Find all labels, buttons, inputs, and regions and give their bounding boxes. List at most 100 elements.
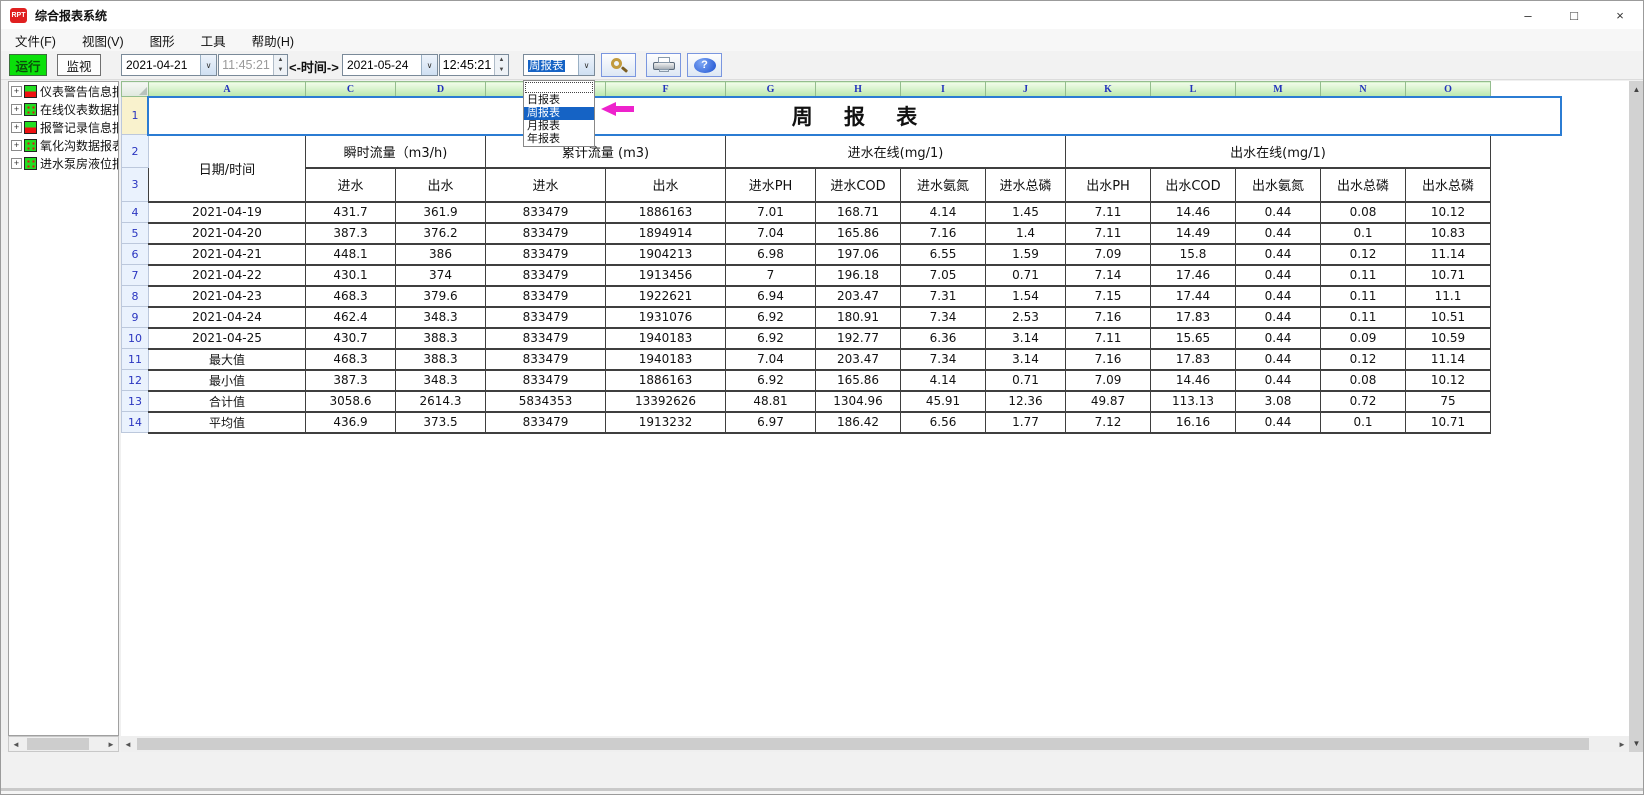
data-cell[interactable]: 17.83 <box>1151 307 1236 328</box>
data-cell[interactable]: 168.71 <box>816 202 901 223</box>
data-cell[interactable]: 387.3 <box>306 223 396 244</box>
data-cell[interactable]: 0.44 <box>1236 286 1321 307</box>
column-header-D[interactable]: D <box>396 82 486 97</box>
scroll-down-icon[interactable]: ▼ <box>1630 735 1644 752</box>
data-cell[interactable]: 6.56 <box>901 412 986 433</box>
data-cell[interactable]: 48.81 <box>726 391 816 412</box>
data-cell[interactable]: 1.77 <box>986 412 1066 433</box>
data-cell[interactable]: 7.12 <box>1066 412 1151 433</box>
data-cell[interactable]: 6.98 <box>726 244 816 265</box>
data-cell[interactable]: 1.59 <box>986 244 1066 265</box>
header-group-0[interactable]: 瞬时流量（m3/h) <box>306 135 486 168</box>
data-cell[interactable]: 436.9 <box>306 412 396 433</box>
header-sub-2[interactable]: 进水 <box>486 168 606 202</box>
data-cell[interactable]: 1913456 <box>606 265 726 286</box>
data-cell[interactable]: 7.04 <box>726 223 816 244</box>
dropdown-option-3[interactable]: 月报表 <box>524 120 594 133</box>
header-sub-3[interactable]: 出水 <box>606 168 726 202</box>
column-header-J[interactable]: J <box>986 82 1066 97</box>
data-cell[interactable]: 6.94 <box>726 286 816 307</box>
dropdown-option-1[interactable]: 日报表 <box>524 94 594 107</box>
spinner-arrows[interactable]: ▲ ▼ <box>494 55 508 75</box>
data-cell[interactable]: 376.2 <box>396 223 486 244</box>
tree-item-3[interactable]: +氧化沟数据报表 <box>9 137 118 154</box>
row-number-cell[interactable]: 6 <box>122 244 149 265</box>
data-cell[interactable]: 7.15 <box>1066 286 1151 307</box>
data-cell[interactable]: 最小值 <box>149 370 306 391</box>
column-header-H[interactable]: H <box>816 82 901 97</box>
data-cell[interactable]: 387.3 <box>306 370 396 391</box>
data-cell[interactable]: 833479 <box>486 307 606 328</box>
data-cell[interactable]: 3.08 <box>1236 391 1321 412</box>
menu-item-0[interactable]: 文件(F) <box>15 31 56 50</box>
data-cell[interactable]: 0.44 <box>1236 244 1321 265</box>
row-number-cell[interactable]: 11 <box>122 349 149 370</box>
data-cell[interactable]: 6.92 <box>726 307 816 328</box>
data-cell[interactable]: 7.16 <box>1066 307 1151 328</box>
data-cell[interactable]: 1940183 <box>606 328 726 349</box>
header-sub-11[interactable]: 出水总磷 <box>1321 168 1406 202</box>
data-cell[interactable]: 2614.3 <box>396 391 486 412</box>
tree-item-0[interactable]: +仪表警告信息报 <box>9 83 118 100</box>
data-cell[interactable]: 2021-04-22 <box>149 265 306 286</box>
data-cell[interactable]: 0.44 <box>1236 202 1321 223</box>
report-title-cell[interactable]: 周 报 表 <box>147 96 1562 136</box>
data-cell[interactable]: 430.1 <box>306 265 396 286</box>
data-cell[interactable]: 2021-04-23 <box>149 286 306 307</box>
data-cell[interactable]: 0.71 <box>986 370 1066 391</box>
column-header-N[interactable]: N <box>1321 82 1406 97</box>
data-cell[interactable]: 10.71 <box>1406 265 1491 286</box>
data-cell[interactable]: 462.4 <box>306 307 396 328</box>
data-cell[interactable]: 0.08 <box>1321 202 1406 223</box>
data-cell[interactable]: 14.49 <box>1151 223 1236 244</box>
header-sub-4[interactable]: 进水PH <box>726 168 816 202</box>
data-cell[interactable]: 2.53 <box>986 307 1066 328</box>
data-cell[interactable]: 1886163 <box>606 202 726 223</box>
data-cell[interactable]: 448.1 <box>306 244 396 265</box>
header-group-1[interactable]: 累计流量 (m3) <box>486 135 726 168</box>
start-time-spinner[interactable]: 11:45:21 ▲ ▼ <box>218 54 288 76</box>
column-header-L[interactable]: L <box>1151 82 1236 97</box>
data-cell[interactable]: 7.11 <box>1066 223 1151 244</box>
data-cell[interactable]: 1931076 <box>606 307 726 328</box>
data-cell[interactable]: 10.59 <box>1406 328 1491 349</box>
data-cell[interactable]: 10.12 <box>1406 370 1491 391</box>
row-number-cell[interactable]: 7 <box>122 265 149 286</box>
data-cell[interactable]: 468.3 <box>306 286 396 307</box>
data-cell[interactable]: 374 <box>396 265 486 286</box>
data-cell[interactable]: 430.7 <box>306 328 396 349</box>
header-sub-8[interactable]: 出水PH <box>1066 168 1151 202</box>
data-cell[interactable]: 113.13 <box>1151 391 1236 412</box>
data-cell[interactable]: 361.9 <box>396 202 486 223</box>
data-cell[interactable]: 0.72 <box>1321 391 1406 412</box>
data-cell[interactable]: 7.16 <box>901 223 986 244</box>
data-cell[interactable]: 0.44 <box>1236 349 1321 370</box>
column-header-A[interactable]: A <box>149 82 306 97</box>
run-button[interactable]: 运行 <box>9 54 47 76</box>
data-cell[interactable]: 合计值 <box>149 391 306 412</box>
data-cell[interactable]: 0.09 <box>1321 328 1406 349</box>
data-cell[interactable]: 0.11 <box>1321 265 1406 286</box>
data-cell[interactable]: 7.16 <box>1066 349 1151 370</box>
data-cell[interactable]: 7.05 <box>901 265 986 286</box>
data-cell[interactable]: 1940183 <box>606 349 726 370</box>
data-cell[interactable]: 468.3 <box>306 349 396 370</box>
data-cell[interactable]: 348.3 <box>396 307 486 328</box>
data-cell[interactable]: 49.87 <box>1066 391 1151 412</box>
report-type-combo[interactable]: 周报表 ∨ <box>523 54 595 76</box>
data-cell[interactable]: 165.86 <box>816 223 901 244</box>
data-cell[interactable]: 431.7 <box>306 202 396 223</box>
menu-item-2[interactable]: 图形 <box>150 31 175 50</box>
data-cell[interactable]: 6.36 <box>901 328 986 349</box>
data-cell[interactable]: 7 <box>726 265 816 286</box>
data-cell[interactable]: 4.14 <box>901 370 986 391</box>
data-cell[interactable]: 0.44 <box>1236 223 1321 244</box>
tree-item-1[interactable]: +在线仪表数据报 <box>9 101 118 118</box>
data-cell[interactable]: 14.46 <box>1151 370 1236 391</box>
data-cell[interactable]: 7.11 <box>1066 328 1151 349</box>
data-cell[interactable]: 1886163 <box>606 370 726 391</box>
data-cell[interactable]: 17.83 <box>1151 349 1236 370</box>
data-cell[interactable]: 2021-04-25 <box>149 328 306 349</box>
data-cell[interactable]: 75 <box>1406 391 1491 412</box>
header-sub-1[interactable]: 出水 <box>396 168 486 202</box>
